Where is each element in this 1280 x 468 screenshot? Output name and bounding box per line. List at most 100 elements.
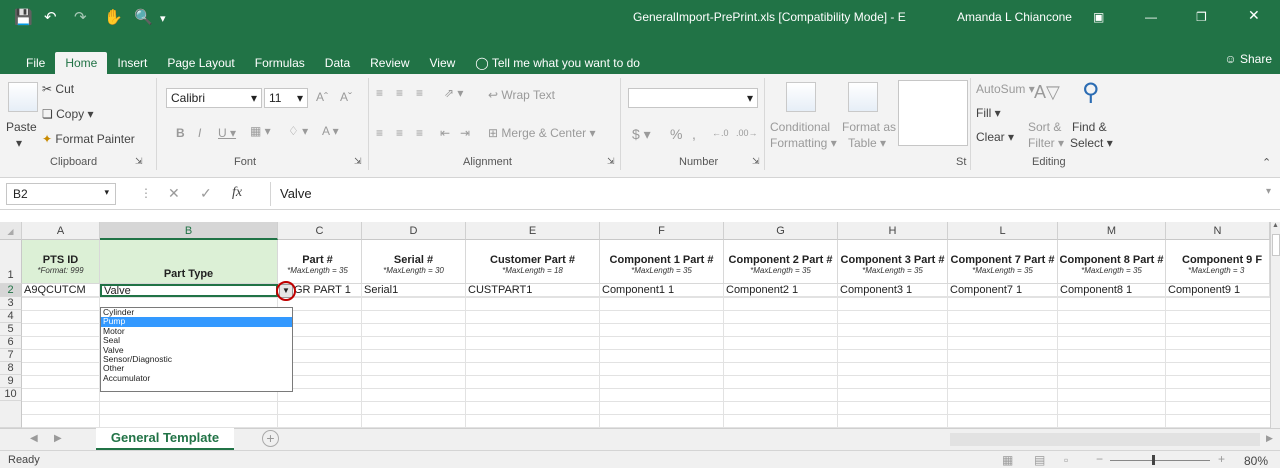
- paste-dropdown-icon[interactable]: ▾: [16, 136, 22, 150]
- scrollbar-thumb[interactable]: [1272, 234, 1280, 256]
- increase-indent-icon[interactable]: ⇥: [460, 126, 470, 140]
- merge-center-button[interactable]: ⊞ Merge & Center ▾: [488, 126, 595, 140]
- column-header-b[interactable]: B: [100, 222, 278, 240]
- alignment-launcher-icon[interactable]: ⇲: [607, 156, 615, 167]
- cell-f2[interactable]: Component1 1: [600, 284, 724, 297]
- cell-h2[interactable]: Component3 1: [838, 284, 948, 297]
- format-as-table-icon[interactable]: [848, 82, 878, 112]
- align-right-icon[interactable]: ≡: [416, 126, 423, 140]
- sort-filter-icon[interactable]: A▽: [1034, 82, 1060, 103]
- increase-decimal-icon[interactable]: ←.0: [712, 128, 729, 138]
- scroll-up-icon[interactable]: ▲: [1271, 222, 1280, 229]
- fill-button[interactable]: Fill ▾: [976, 106, 1001, 120]
- name-box[interactable]: B2 ▾: [6, 183, 116, 205]
- zoom-level[interactable]: 80%: [1244, 454, 1268, 468]
- align-top-icon[interactable]: ≡: [376, 86, 383, 100]
- column-header-g[interactable]: G: [724, 222, 838, 240]
- conditional-formatting-button[interactable]: Conditional: [770, 120, 830, 134]
- cell-e2[interactable]: CUSTPART1: [466, 284, 600, 297]
- tab-page-layout[interactable]: Page Layout: [157, 52, 244, 74]
- bold-icon[interactable]: B: [176, 126, 185, 140]
- tab-formulas[interactable]: Formulas: [245, 52, 315, 74]
- expand-formula-bar-icon[interactable]: ▾: [1266, 186, 1271, 197]
- fill-color-icon[interactable]: ♢ ▾: [288, 124, 308, 138]
- zoom-out-icon[interactable]: −: [1096, 452, 1103, 466]
- header-cell-component-3[interactable]: Component 3 Part # *MaxLength = 35: [838, 240, 948, 284]
- cell-a2[interactable]: A9QCUTCM: [22, 284, 100, 297]
- cell-g2[interactable]: Component2 1: [724, 284, 838, 297]
- share-button[interactable]: ☺ Share: [1224, 52, 1272, 66]
- row-header[interactable]: 7: [0, 349, 22, 362]
- header-cell-component-7[interactable]: Component 7 Part # *MaxLength = 35: [948, 240, 1058, 284]
- normal-view-icon[interactable]: ▦: [1002, 453, 1013, 467]
- format-as-table-button[interactable]: Format as: [842, 120, 896, 134]
- number-launcher-icon[interactable]: ⇲: [752, 156, 760, 167]
- zoom-in-icon[interactable]: +: [1218, 452, 1225, 466]
- font-size-input[interactable]: 11 ▾: [264, 88, 308, 108]
- dropdown-option[interactable]: Cylinder: [101, 307, 292, 317]
- format-painter-button[interactable]: ✦ Format Painter: [42, 132, 135, 146]
- header-cell-pts-id[interactable]: PTS ID *Format: 999: [22, 240, 100, 284]
- page-break-view-icon[interactable]: ▫: [1064, 453, 1068, 467]
- align-center-icon[interactable]: ≡: [396, 126, 403, 140]
- cut-button[interactable]: ✂ Cut: [42, 82, 74, 96]
- header-cell-component-8[interactable]: Component 8 Part # *MaxLength = 35: [1058, 240, 1166, 284]
- tab-review[interactable]: Review: [360, 52, 419, 74]
- clipboard-icon[interactable]: [8, 82, 38, 112]
- minimize-icon[interactable]: —: [1145, 10, 1157, 24]
- cancel-entry-icon[interactable]: ✕: [168, 185, 180, 202]
- header-cell-component-2[interactable]: Component 2 Part # *MaxLength = 35: [724, 240, 838, 284]
- ribbon-display-icon[interactable]: ▣: [1093, 10, 1104, 24]
- row-header[interactable]: 1: [0, 240, 22, 284]
- font-color-icon[interactable]: A ▾: [322, 124, 339, 138]
- customize-qat-icon[interactable]: ▾: [160, 12, 166, 25]
- clipboard-launcher-icon[interactable]: ⇲: [135, 156, 143, 167]
- align-left-icon[interactable]: ≡: [376, 126, 383, 140]
- scroll-right-icon[interactable]: ▶: [1266, 433, 1273, 444]
- column-header-d[interactable]: D: [362, 222, 466, 240]
- touch-mode-icon[interactable]: ✋: [104, 8, 123, 26]
- autosum-button[interactable]: AutoSum ▾: [976, 82, 1035, 96]
- cell-styles-gallery[interactable]: [898, 80, 968, 146]
- cell-b2[interactable]: Valve: [100, 284, 278, 297]
- paste-button[interactable]: Paste: [6, 120, 37, 134]
- dropdown-option[interactable]: Accumulator: [101, 373, 292, 383]
- add-sheet-button[interactable]: +: [262, 430, 279, 447]
- decrease-indent-icon[interactable]: ⇤: [440, 126, 450, 140]
- row-header[interactable]: 2: [0, 284, 22, 297]
- zoom-slider-thumb[interactable]: [1152, 455, 1155, 465]
- number-format-select[interactable]: ▾: [628, 88, 758, 108]
- row-header[interactable]: 10: [0, 388, 22, 401]
- cell-d2[interactable]: Serial1: [362, 284, 466, 297]
- conditional-formatting-icon[interactable]: [786, 82, 816, 112]
- wrap-text-button[interactable]: ↩ Wrap Text: [488, 88, 555, 102]
- restore-icon[interactable]: ❐: [1196, 10, 1207, 24]
- scroll-sheets-right-icon[interactable]: ▶: [54, 433, 62, 444]
- column-header-l[interactable]: L: [948, 222, 1058, 240]
- find-magnifier-icon[interactable]: ⚲: [1082, 78, 1100, 107]
- tab-home[interactable]: Home: [55, 52, 108, 74]
- orientation-icon[interactable]: ⇗ ▾: [444, 86, 463, 100]
- borders-icon[interactable]: ▦ ▾: [250, 124, 271, 138]
- column-header-n[interactable]: N: [1166, 222, 1270, 240]
- header-cell-part-type[interactable]: Part Type: [100, 240, 278, 284]
- header-cell-component-1[interactable]: Component 1 Part # *MaxLength = 35: [600, 240, 724, 284]
- tab-data[interactable]: Data: [315, 52, 360, 74]
- row-header[interactable]: 9: [0, 375, 22, 388]
- page-layout-view-icon[interactable]: ▤: [1034, 453, 1045, 467]
- tab-insert[interactable]: Insert: [107, 52, 157, 74]
- insert-function-icon[interactable]: fx: [232, 185, 242, 201]
- row-header[interactable]: 6: [0, 336, 22, 349]
- header-cell-customer-part[interactable]: Customer Part # *MaxLength = 18: [466, 240, 600, 284]
- tab-view[interactable]: View: [420, 52, 466, 74]
- part-type-dropdown-list[interactable]: Cylinder Pump Motor Seal Valve Sensor/Di…: [100, 307, 293, 392]
- copy-button[interactable]: ❏ Copy ▾: [42, 107, 93, 121]
- comma-icon[interactable]: ,: [692, 126, 696, 142]
- currency-format-icon[interactable]: $ ▾: [632, 126, 651, 143]
- column-header-c[interactable]: C: [278, 222, 362, 240]
- row-header[interactable]: 4: [0, 310, 22, 323]
- grow-font-icon[interactable]: Aˆ: [316, 90, 328, 104]
- collapse-ribbon-icon[interactable]: ⌃: [1262, 156, 1271, 169]
- align-middle-icon[interactable]: ≡: [396, 86, 403, 100]
- column-header-e[interactable]: E: [466, 222, 600, 240]
